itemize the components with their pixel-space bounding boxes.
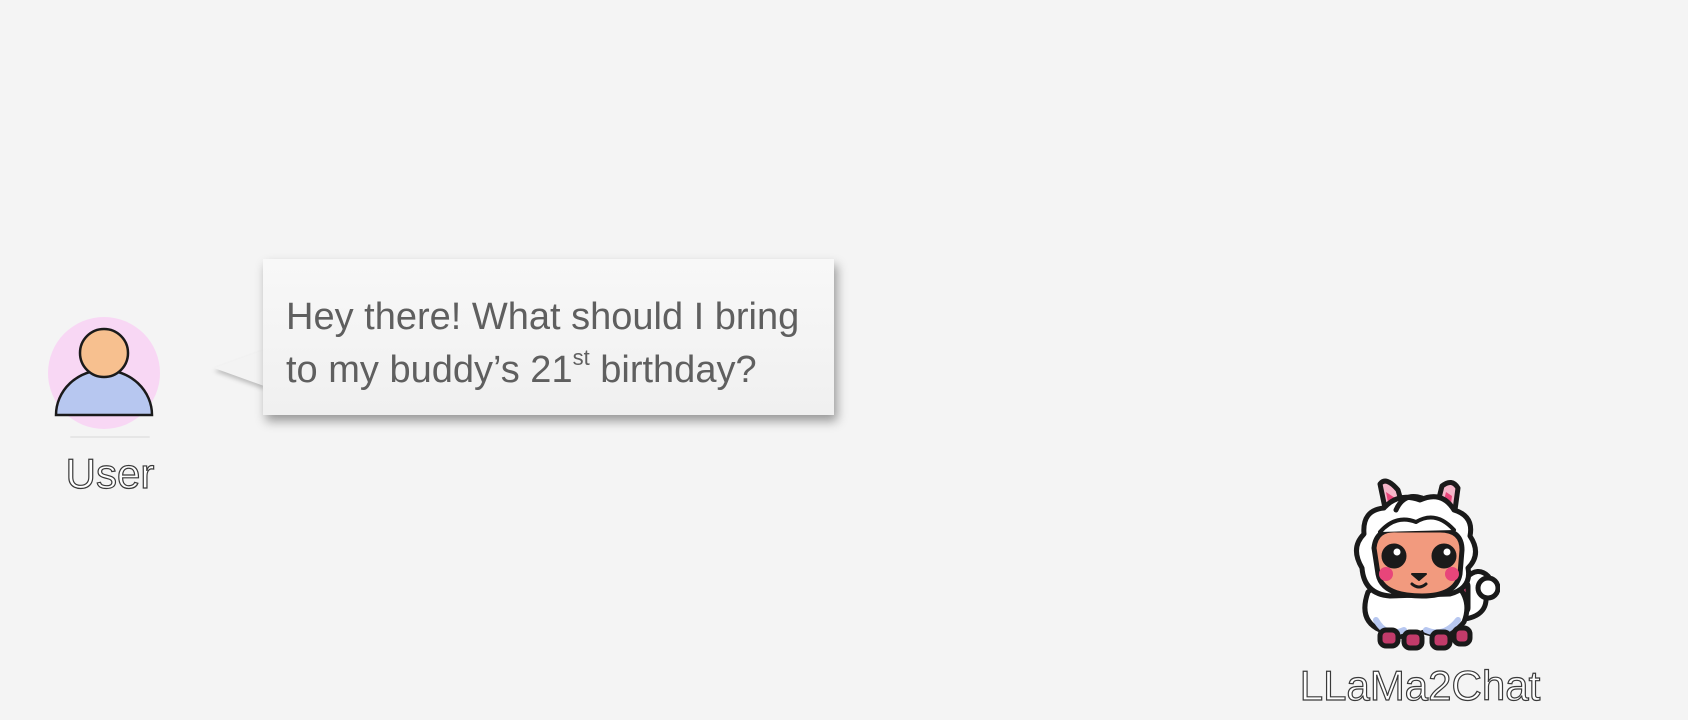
- user-message-bubble: Hey there! What should I bring to my bud…: [263, 259, 834, 415]
- assistant-avatar: [1340, 470, 1500, 655]
- message-ordinal-suffix: st: [572, 345, 590, 371]
- user-label: User: [65, 449, 155, 497]
- user-avatar-icon: [48, 317, 160, 429]
- llama-avatar-icon: [1354, 478, 1500, 651]
- speech-bubble-tail: [214, 350, 264, 386]
- user-avatar: [46, 315, 162, 431]
- user-message-text: Hey there! What should I bring to my bud…: [286, 291, 812, 397]
- assistant-label: LLaMa2Chat: [1299, 661, 1541, 709]
- message-text-part-2: birthday?: [589, 349, 757, 391]
- avatar-divider: [70, 436, 150, 438]
